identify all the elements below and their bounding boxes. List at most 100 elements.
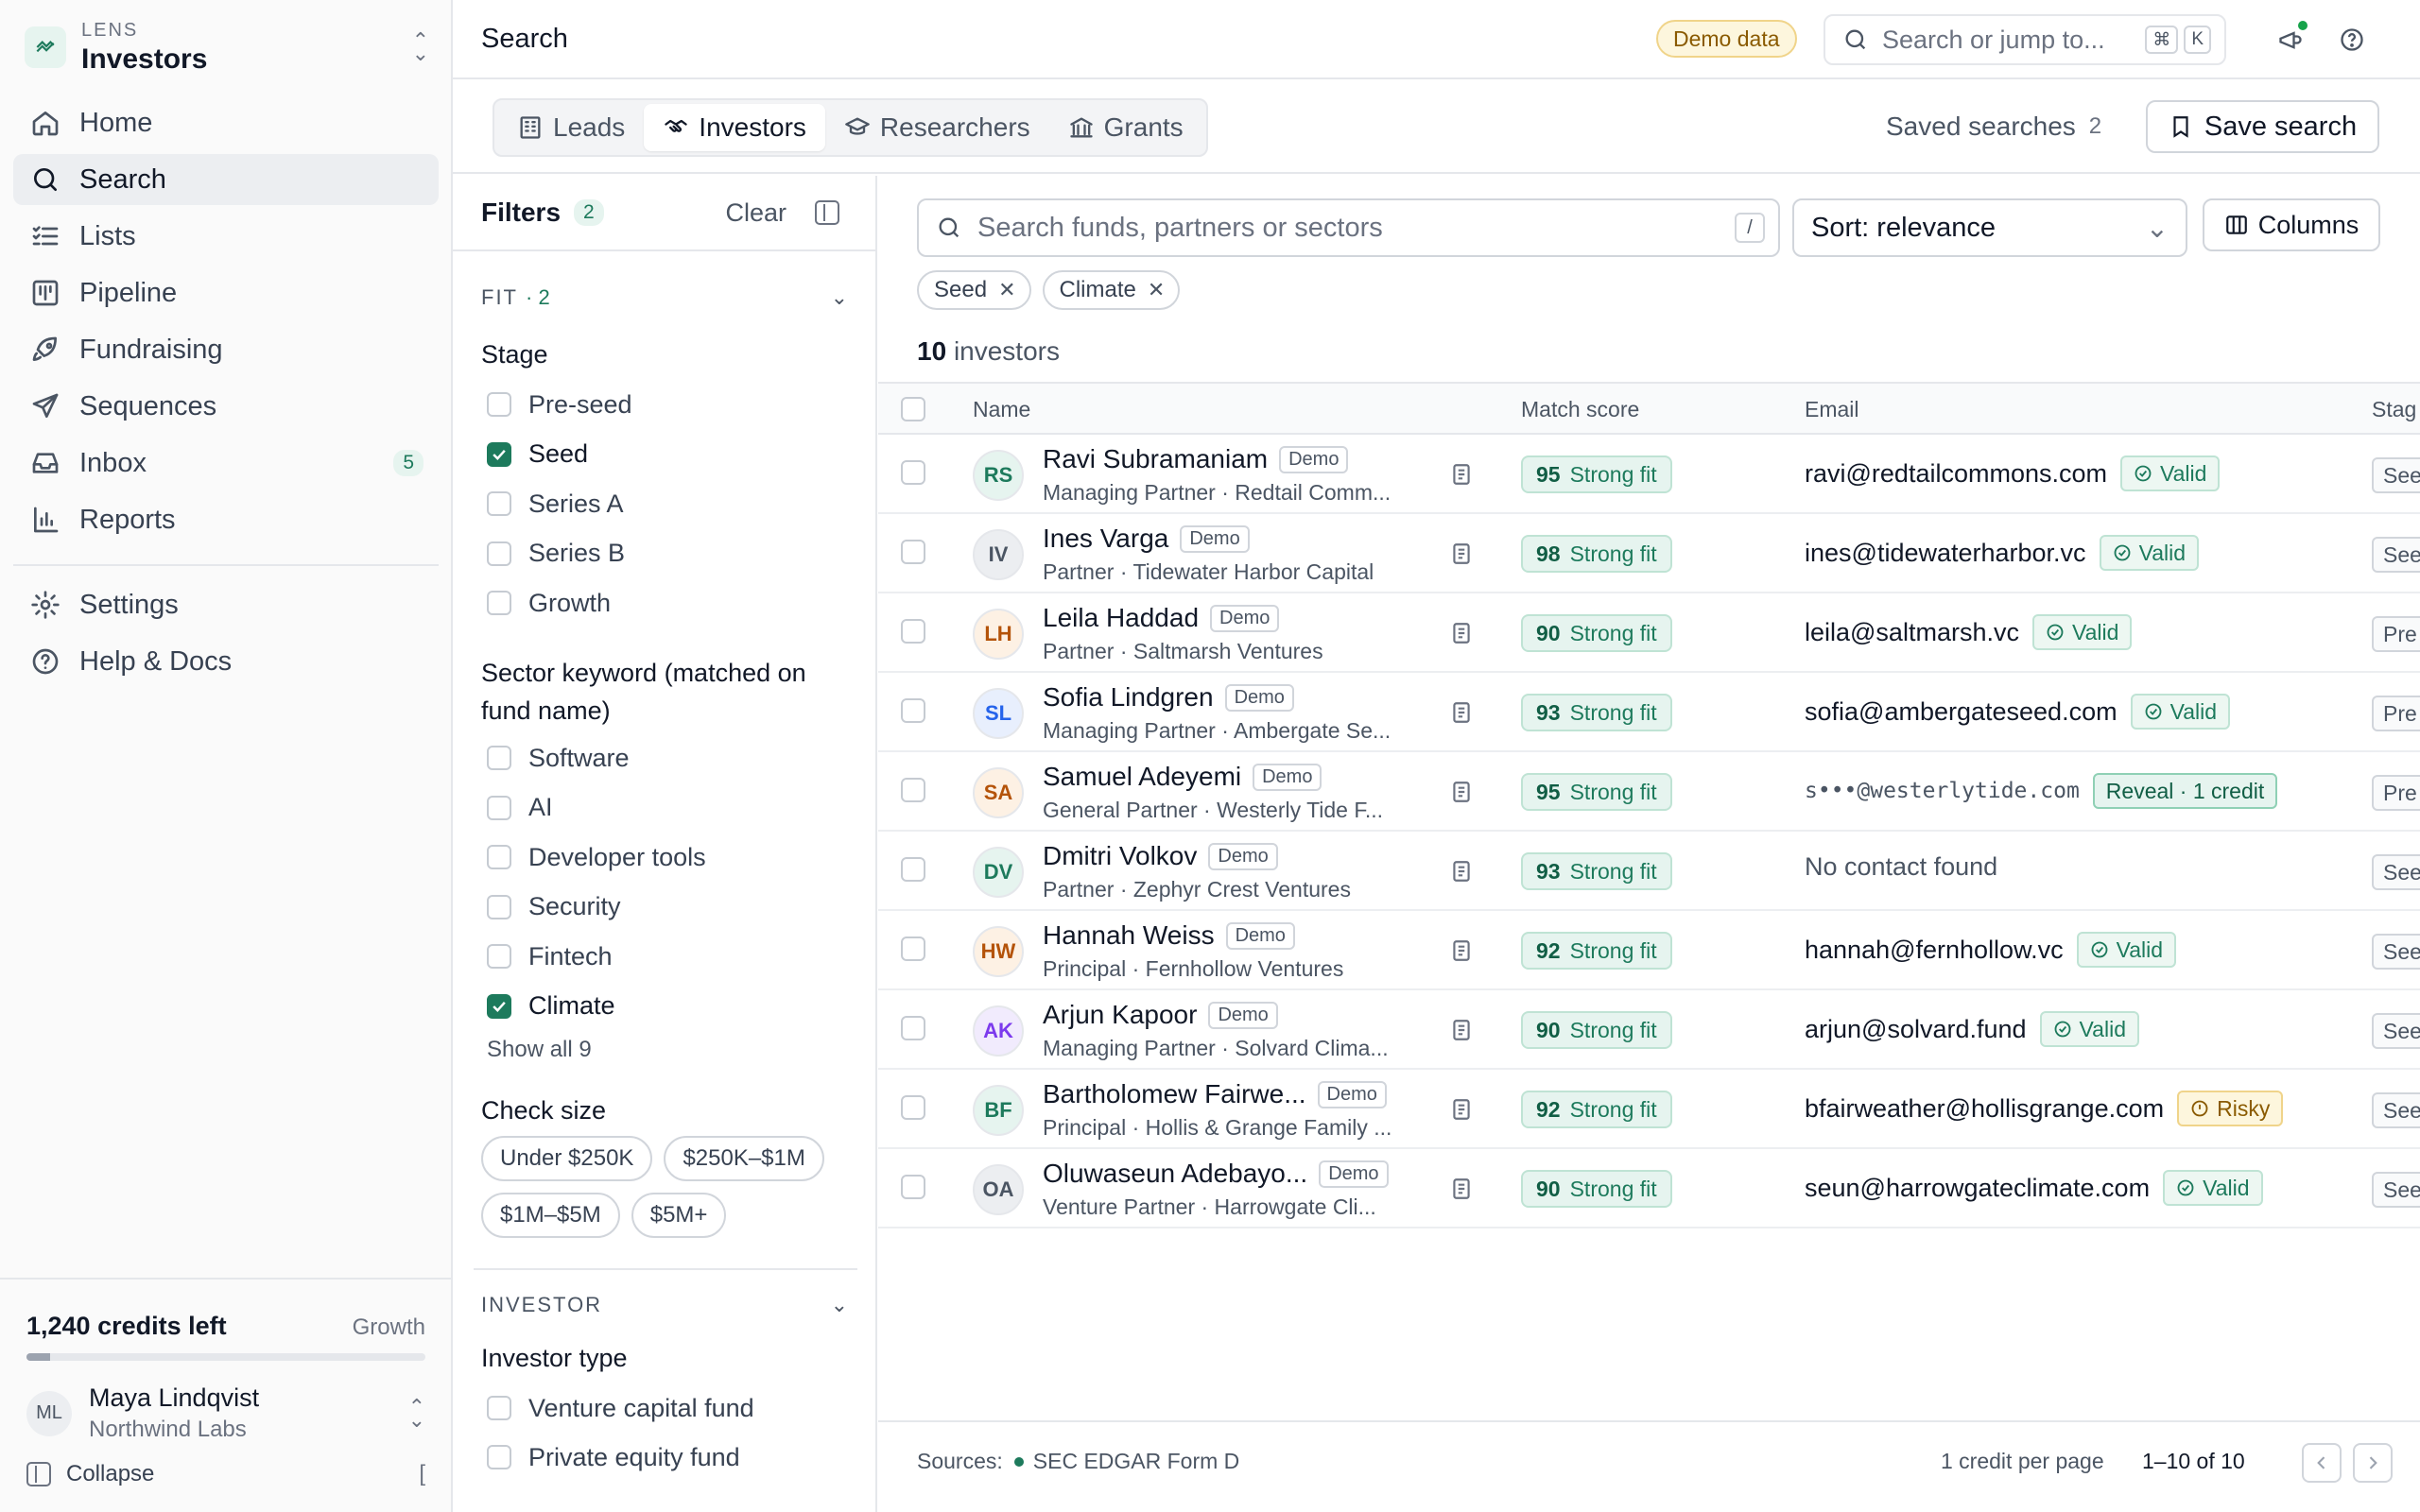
tab-grants[interactable]: Grants xyxy=(1049,104,1202,151)
investor-section-header[interactable]: INVESTOR ⌄ xyxy=(481,1293,850,1317)
global-search-input[interactable]: Search or jump to... ⌘ K xyxy=(1824,14,2226,65)
checkbox[interactable] xyxy=(487,894,511,919)
col-email-header[interactable]: Email xyxy=(1805,397,1859,422)
document-icon[interactable] xyxy=(1449,858,1474,885)
document-icon[interactable] xyxy=(1449,620,1474,646)
document-icon[interactable] xyxy=(1449,779,1474,805)
filter-option-ai[interactable]: AI xyxy=(487,789,553,827)
fit-section-header[interactable]: FIT · 2 ⌄ xyxy=(481,285,850,310)
document-icon[interactable] xyxy=(1449,1017,1474,1043)
filter-option-private-equity-fund[interactable]: Private equity fund xyxy=(487,1438,740,1476)
investor-name[interactable]: Dmitri Volkov Demo xyxy=(1043,841,1278,871)
table-row[interactable]: OA Oluwaseun Adebayo... Demo Venture Part… xyxy=(878,1149,2420,1228)
collapse-filters-icon[interactable] xyxy=(815,200,839,225)
checkbox[interactable] xyxy=(487,491,511,516)
sidebar-item-lists[interactable]: Lists xyxy=(13,211,439,262)
row-checkbox[interactable] xyxy=(901,1095,925,1120)
checkbox[interactable] xyxy=(487,944,511,969)
sidebar-item-search[interactable]: Search xyxy=(13,154,439,205)
document-icon[interactable] xyxy=(1449,541,1474,567)
check-size-chip[interactable]: $250K–$1M xyxy=(664,1136,824,1181)
document-icon[interactable] xyxy=(1449,1176,1474,1202)
checkbox-checked[interactable] xyxy=(487,441,511,467)
sort-select[interactable]: Sort: relevance ⌄ xyxy=(1792,198,2187,257)
results-search-input[interactable]: Search funds, partners or sectors / xyxy=(917,198,1780,257)
check-size-chip[interactable]: $5M+ xyxy=(631,1193,727,1238)
checkbox[interactable] xyxy=(487,746,511,770)
checkbox[interactable] xyxy=(487,392,511,417)
table-row[interactable]: LH Leila Haddad Demo Partner · Saltmarsh … xyxy=(878,593,2420,673)
check-size-chip[interactable]: Under $250K xyxy=(481,1136,653,1181)
email-address[interactable]: bfairweather@hollisgrange.com xyxy=(1805,1094,2164,1124)
checkbox[interactable] xyxy=(487,1445,511,1469)
row-checkbox[interactable] xyxy=(901,1175,925,1199)
investor-name[interactable]: Ravi Subramaniam Demo xyxy=(1043,444,1349,474)
sidebar-item-help-docs[interactable]: Help & Docs xyxy=(13,636,439,687)
table-row[interactable]: IV Ines Varga Demo Partner · Tidewater Ha… xyxy=(878,514,2420,593)
col-score-header[interactable]: Match score xyxy=(1521,397,1639,422)
document-icon[interactable] xyxy=(1449,1096,1474,1123)
collapse-sidebar-button[interactable]: Collapse [ xyxy=(26,1461,425,1487)
sidebar-item-settings[interactable]: Settings xyxy=(13,579,439,630)
row-checkbox[interactable] xyxy=(901,1016,925,1040)
check-size-chip[interactable]: $1M–$5M xyxy=(481,1193,620,1238)
clear-filters-button[interactable]: Clear xyxy=(725,198,786,228)
tab-researchers[interactable]: Researchers xyxy=(825,104,1049,151)
checkbox-checked[interactable] xyxy=(487,993,511,1019)
table-row[interactable]: HW Hannah Weiss Demo Principal · Fernholl… xyxy=(878,911,2420,990)
email-address[interactable]: seun@harrowgateclimate.com xyxy=(1805,1174,2150,1203)
investor-name[interactable]: Oluwaseun Adebayo... Demo xyxy=(1043,1159,1389,1189)
filter-option-venture-capital-fund[interactable]: Venture capital fund xyxy=(487,1389,754,1427)
table-row[interactable]: DV Dmitri Volkov Demo Partner · Zephyr Cr… xyxy=(878,832,2420,911)
email-address[interactable]: ines@tidewaterharbor.vc xyxy=(1805,539,2086,568)
filter-option-climate[interactable]: Climate xyxy=(487,988,615,1025)
table-row[interactable]: SA Samuel Adeyemi Demo General Partner · … xyxy=(878,752,2420,832)
document-icon[interactable] xyxy=(1449,461,1474,488)
filter-option-security[interactable]: Security xyxy=(487,888,621,926)
saved-searches-button[interactable]: Saved searches 2 xyxy=(1886,112,2101,142)
show-all-sectors-link[interactable]: Show all 9 xyxy=(487,1037,592,1063)
table-row[interactable]: BF Bartholomew Fairwe... Demo Principal ·… xyxy=(878,1070,2420,1149)
checkbox[interactable] xyxy=(487,591,511,615)
col-stage-header[interactable]: Stag xyxy=(2372,397,2416,422)
row-checkbox[interactable] xyxy=(901,936,925,961)
row-checkbox[interactable] xyxy=(901,619,925,644)
sidebar-item-reports[interactable]: Reports xyxy=(13,494,439,545)
row-checkbox[interactable] xyxy=(901,460,925,485)
document-icon[interactable] xyxy=(1449,699,1474,726)
investor-name[interactable]: Bartholomew Fairwe... Demo xyxy=(1043,1079,1387,1109)
document-icon[interactable] xyxy=(1449,937,1474,964)
filter-option-software[interactable]: Software xyxy=(487,739,630,777)
email-address[interactable]: leila@saltmarsh.vc xyxy=(1805,618,2019,647)
row-checkbox[interactable] xyxy=(901,857,925,882)
help-icon[interactable] xyxy=(2335,23,2369,57)
col-name-header[interactable]: Name xyxy=(973,397,1030,422)
table-row[interactable]: AK Arjun Kapoor Demo Managing Partner · S… xyxy=(878,990,2420,1070)
table-row[interactable]: SL Sofia Lindgren Demo Managing Partner ·… xyxy=(878,673,2420,752)
sidebar-item-inbox[interactable]: Inbox 5 xyxy=(13,438,439,489)
filter-option-series-b[interactable]: Series B xyxy=(487,535,625,573)
checkbox[interactable] xyxy=(487,845,511,869)
tab-investors[interactable]: Investors xyxy=(644,104,825,151)
filter-option-series-a[interactable]: Series A xyxy=(487,485,624,523)
row-checkbox[interactable] xyxy=(901,698,925,723)
investor-name[interactable]: Samuel Adeyemi Demo xyxy=(1043,762,1322,792)
row-checkbox[interactable] xyxy=(901,778,925,802)
email-address[interactable]: hannah@fernhollow.vc xyxy=(1805,936,2064,965)
filter-option-growth[interactable]: Growth xyxy=(487,584,611,622)
remove-tag-icon[interactable]: ✕ xyxy=(998,278,1015,302)
user-menu[interactable]: ML Maya Lindqvist Northwind Labs ⌃ ⌄ xyxy=(26,1383,425,1443)
filter-option-fintech[interactable]: Fintech xyxy=(487,937,613,975)
workspace-switcher[interactable]: LENS Investors ⌃ ⌄ xyxy=(25,13,429,81)
filter-option-pre-seed[interactable]: Pre-seed xyxy=(487,386,632,423)
sidebar-item-home[interactable]: Home xyxy=(13,97,439,148)
tab-leads[interactable]: Leads xyxy=(498,104,644,151)
next-page-button[interactable] xyxy=(2353,1443,2393,1483)
sidebar-item-pipeline[interactable]: Pipeline xyxy=(13,267,439,318)
investor-name[interactable]: Ines Varga Demo xyxy=(1043,524,1250,554)
reveal-email-button[interactable]: Reveal · 1 credit xyxy=(2092,773,2278,809)
filter-option-developer-tools[interactable]: Developer tools xyxy=(487,838,706,876)
filter-option-seed[interactable]: Seed xyxy=(487,436,588,473)
columns-button[interactable]: Columns xyxy=(2203,198,2380,251)
investor-name[interactable]: Leila Haddad Demo xyxy=(1043,603,1280,633)
